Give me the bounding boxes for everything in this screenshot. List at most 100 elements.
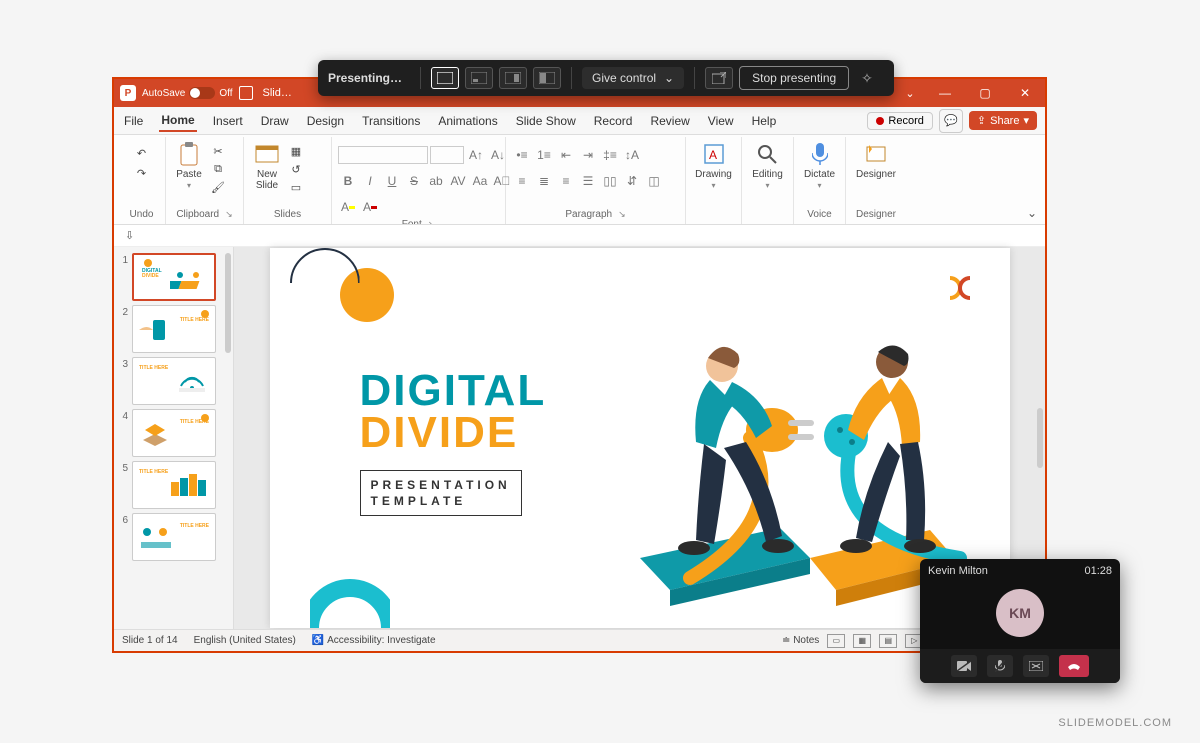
tab-animations[interactable]: Animations: [436, 110, 499, 131]
strikethrough-button[interactable]: S: [404, 171, 424, 191]
align-center-button[interactable]: ≣: [534, 171, 554, 191]
align-text-button[interactable]: ⇵: [622, 171, 642, 191]
chevron-down-icon: ▾: [1023, 114, 1029, 127]
bullets-button[interactable]: •≡: [512, 145, 532, 165]
pin-icon[interactable]: ✧: [861, 70, 873, 87]
save-icon[interactable]: [239, 86, 253, 100]
redo-button[interactable]: ↷: [134, 165, 150, 181]
font-family-dropdown[interactable]: [338, 146, 428, 164]
decrease-font-button[interactable]: A↓: [488, 145, 508, 165]
tab-transitions[interactable]: Transitions: [360, 110, 422, 131]
dictate-button[interactable]: Dictate▾: [800, 139, 839, 193]
ribbon-display-options[interactable]: ⌄: [895, 87, 925, 100]
thumbnail-6[interactable]: 6 TITLE HERE: [116, 511, 231, 563]
comments-button[interactable]: 💬: [939, 109, 963, 133]
mic-button[interactable]: [987, 655, 1013, 677]
paragraph-launcher[interactable]: ↘: [618, 209, 626, 220]
tab-insert[interactable]: Insert: [211, 110, 245, 131]
notes-button[interactable]: ≐ Notes: [782, 635, 819, 646]
presenter-mode-reporter[interactable]: [499, 67, 527, 89]
menu-bar: File Home Insert Draw Design Transitions…: [114, 107, 1045, 135]
tab-draw[interactable]: Draw: [259, 110, 291, 131]
tab-help[interactable]: Help: [750, 110, 779, 131]
thumbnail-3[interactable]: 3 TITLE HERE: [116, 355, 231, 407]
close-button[interactable]: ✕: [1005, 79, 1045, 107]
autosave-toggle[interactable]: AutoSave Off: [142, 87, 233, 99]
underline-button[interactable]: U: [382, 171, 402, 191]
presenter-mode-overlay[interactable]: [533, 67, 561, 89]
undo-button[interactable]: ↶: [134, 145, 150, 161]
new-slide-button[interactable]: New Slide: [250, 139, 284, 193]
status-language[interactable]: English (United States): [194, 635, 296, 646]
columns-button[interactable]: ▯▯: [600, 171, 620, 191]
group-undo: Undo: [124, 207, 159, 222]
status-accessibility[interactable]: ♿ Accessibility: Investigate: [312, 635, 436, 646]
format-painter-button[interactable]: 🖌: [210, 179, 226, 195]
line-spacing-button[interactable]: ‡≡: [600, 145, 620, 165]
editing-button[interactable]: Editing▾: [748, 139, 787, 193]
tab-review[interactable]: Review: [648, 110, 691, 131]
quick-access-strip: ⇩: [114, 225, 1045, 247]
decrease-indent-button[interactable]: ⇤: [556, 145, 576, 165]
bold-button[interactable]: B: [338, 171, 358, 191]
designer-button[interactable]: Designer: [852, 139, 900, 182]
maximize-button[interactable]: ▢: [965, 79, 1005, 107]
tab-record[interactable]: Record: [592, 110, 635, 131]
minimize-button[interactable]: —: [925, 79, 965, 107]
slide-canvas[interactable]: DIGITAL DIVIDE PRESENTATION TEMPLATE: [270, 248, 1010, 628]
hangup-button[interactable]: [1059, 655, 1089, 677]
sorter-view-button[interactable]: ▦: [853, 634, 871, 648]
font-launcher[interactable]: ↘: [428, 219, 436, 225]
tab-file[interactable]: File: [122, 110, 145, 131]
shadow-button[interactable]: ab: [426, 171, 446, 191]
text-direction-button[interactable]: ↕A: [622, 145, 642, 165]
camera-button[interactable]: [951, 655, 977, 677]
record-button[interactable]: Record: [867, 112, 932, 130]
justify-button[interactable]: ☰: [578, 171, 598, 191]
reading-view-button[interactable]: ▤: [879, 634, 897, 648]
thumbnail-4[interactable]: 4 TITLE HERE: [116, 407, 231, 459]
increase-indent-button[interactable]: ⇥: [578, 145, 598, 165]
reset-button[interactable]: ↺: [288, 161, 304, 177]
clipboard-launcher[interactable]: ↘: [225, 209, 233, 220]
drawing-button[interactable]: A Drawing▾: [691, 139, 736, 193]
thumbnail-1[interactable]: 1 DIGITALDIVIDE: [116, 251, 231, 303]
tab-home[interactable]: Home: [159, 109, 196, 132]
cut-button[interactable]: ✂: [210, 143, 226, 159]
thumbnail-scrollbar[interactable]: [225, 253, 231, 353]
highlight-button[interactable]: A: [338, 197, 358, 217]
font-color-button[interactable]: A: [360, 197, 380, 217]
call-controls: [920, 649, 1120, 683]
layout-button[interactable]: ▦: [288, 143, 304, 159]
share-screen-button[interactable]: [1023, 655, 1049, 677]
stop-presenting-button[interactable]: Stop presenting: [739, 66, 849, 90]
numbering-button[interactable]: 1≡: [534, 145, 554, 165]
ribbon: ↶ ↷ Undo Paste▾ ✂ ⧉ 🖌 Clipboard↘: [114, 135, 1045, 225]
section-button[interactable]: ▭: [288, 179, 304, 195]
font-size-dropdown[interactable]: [430, 146, 464, 164]
tab-view[interactable]: View: [706, 110, 736, 131]
thumbnail-2[interactable]: 2 TITLE HERE: [116, 303, 231, 355]
normal-view-button[interactable]: ▭: [827, 634, 845, 648]
quick-access-dropdown[interactable]: ⇩: [124, 228, 145, 243]
change-case-button[interactable]: Aa: [470, 171, 490, 191]
presenter-mode-standout[interactable]: [431, 67, 459, 89]
presenter-mode-sidebyside[interactable]: [465, 67, 493, 89]
char-spacing-button[interactable]: AV: [448, 171, 468, 191]
give-control-dropdown[interactable]: Give control ⌄: [582, 67, 684, 89]
teams-call-window[interactable]: Kevin Milton 01:28 KM: [920, 559, 1120, 683]
align-right-button[interactable]: ≡: [556, 171, 576, 191]
thumbnail-5[interactable]: 5 TITLE HERE: [116, 459, 231, 511]
collapse-ribbon-button[interactable]: ⌄: [1027, 206, 1037, 220]
align-left-button[interactable]: ≡: [512, 171, 532, 191]
editor-scrollbar[interactable]: [1037, 408, 1043, 468]
popout-icon[interactable]: [705, 67, 733, 89]
share-button[interactable]: ⇪ Share ▾: [969, 111, 1037, 130]
increase-font-button[interactable]: A↑: [466, 145, 486, 165]
italic-button[interactable]: I: [360, 171, 380, 191]
paste-button[interactable]: Paste▾: [172, 139, 206, 193]
copy-button[interactable]: ⧉: [210, 161, 226, 177]
tab-slide-show[interactable]: Slide Show: [514, 110, 578, 131]
smartart-button[interactable]: ◫: [644, 171, 664, 191]
tab-design[interactable]: Design: [305, 110, 346, 131]
